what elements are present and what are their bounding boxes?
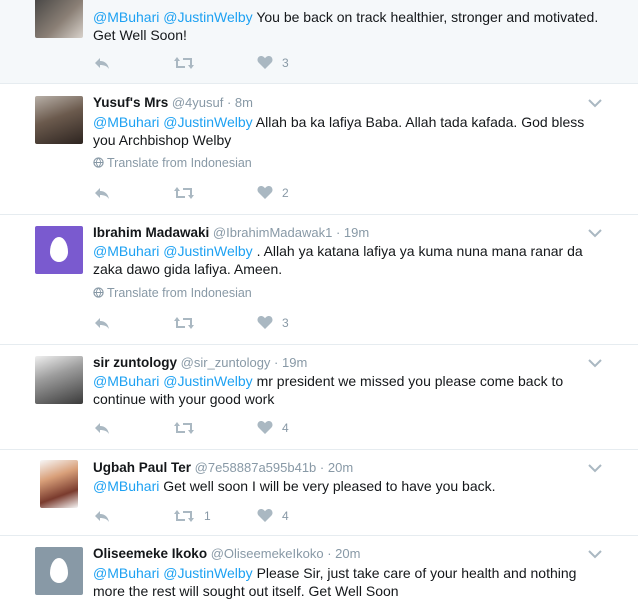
- separator: ·: [223, 95, 235, 110]
- retweet-count: 1: [204, 509, 211, 523]
- chevron-down-icon[interactable]: [588, 549, 602, 559]
- tweet-header: Ibrahim Madawaki @IbrahimMadawak1 · 19m: [93, 225, 369, 240]
- reply-icon[interactable]: [93, 55, 111, 71]
- heart-icon[interactable]: [257, 508, 273, 524]
- retweet-icon[interactable]: [173, 315, 195, 331]
- tweet-header: Ugbah Paul Ter @7e58887a595b41b · 20m: [93, 460, 353, 475]
- tweet-text: @MBuhari @JustinWelby mr president we mi…: [93, 372, 603, 408]
- avatar[interactable]: [35, 0, 83, 38]
- retweet-icon[interactable]: [173, 420, 195, 436]
- mention-link[interactable]: @MBuhari: [93, 373, 159, 389]
- avatar[interactable]: [35, 96, 83, 144]
- heart-icon[interactable]: [257, 185, 273, 201]
- mention-link[interactable]: @MBuhari: [93, 478, 159, 494]
- display-name[interactable]: Ugbah Paul Ter: [93, 460, 191, 475]
- like-count: 2: [282, 186, 289, 200]
- mention-link[interactable]: @JustinWelby: [163, 114, 252, 130]
- like-count: 4: [282, 509, 289, 523]
- timestamp[interactable]: 19m: [282, 355, 307, 370]
- display-name[interactable]: Yusuf's Mrs: [93, 95, 168, 110]
- timestamp[interactable]: 20m: [335, 546, 360, 561]
- tweet-actions: 3: [93, 55, 353, 71]
- user-handle[interactable]: @IbrahimMadawak1: [213, 225, 332, 240]
- heart-icon[interactable]: [257, 55, 273, 71]
- heart-icon[interactable]: [257, 315, 273, 331]
- retweet-icon[interactable]: [173, 508, 195, 524]
- mention-link[interactable]: @MBuhari: [93, 9, 159, 25]
- display-name[interactable]: sir zuntology: [93, 355, 177, 370]
- tweet-text: @MBuhari @JustinWelby . Allah ya katana …: [93, 242, 603, 278]
- tweet-header: Oliseemeke Ikoko @OliseemekeIkoko · 20m: [93, 546, 360, 561]
- user-handle[interactable]: @OliseemekeIkoko: [211, 546, 324, 561]
- avatar[interactable]: [35, 356, 83, 404]
- translate-label: Translate from Indonesian: [107, 286, 252, 300]
- chevron-down-icon[interactable]: [588, 228, 602, 238]
- heart-icon[interactable]: [257, 420, 273, 436]
- translate-label: Translate from Indonesian: [107, 156, 252, 170]
- timestamp[interactable]: 20m: [328, 460, 353, 475]
- tweet-text: @MBuhari @JustinWelby Please Sir, just t…: [93, 564, 603, 600]
- tweet[interactable]: Yusuf's Mrs @4yusuf · 8m @MBuhari @Justi…: [0, 84, 638, 215]
- separator: ·: [323, 546, 336, 561]
- egg-icon: [50, 237, 68, 262]
- globe-icon: [93, 157, 104, 168]
- chevron-down-icon[interactable]: [588, 463, 602, 473]
- mention-link[interactable]: @JustinWelby: [163, 9, 252, 25]
- translate-link[interactable]: Translate from Indonesian: [93, 156, 252, 170]
- avatar[interactable]: [35, 226, 83, 274]
- tweet[interactable]: Ugbah Paul Ter @7e58887a595b41b · 20m @M…: [0, 450, 638, 536]
- tweet[interactable]: @MBuhari @JustinWelby You be back on tra…: [0, 0, 638, 84]
- mention-link[interactable]: @MBuhari: [93, 114, 159, 130]
- mention-link[interactable]: @JustinWelby: [163, 565, 252, 581]
- like-count: 4: [282, 421, 289, 435]
- timestamp[interactable]: 8m: [235, 95, 253, 110]
- tweet-feed: @MBuhari @JustinWelby You be back on tra…: [0, 0, 638, 616]
- mention-link[interactable]: @MBuhari: [93, 243, 159, 259]
- separator: ·: [270, 355, 282, 370]
- user-handle[interactable]: @7e58887a595b41b: [195, 460, 317, 475]
- separator: ·: [332, 225, 344, 240]
- retweet-icon[interactable]: [173, 185, 195, 201]
- tweet-text: @MBuhari @JustinWelby You be back on tra…: [93, 8, 603, 44]
- avatar[interactable]: [35, 547, 83, 595]
- timestamp[interactable]: 19m: [344, 225, 369, 240]
- tweet-text: @MBuhari Get well soon I will be very pl…: [93, 477, 603, 495]
- tweet[interactable]: sir zuntology @sir_zuntology · 19m @MBuh…: [0, 345, 638, 450]
- tweet[interactable]: Ibrahim Madawaki @IbrahimMadawak1 · 19m …: [0, 215, 638, 345]
- translate-link[interactable]: Translate from Indonesian: [93, 286, 252, 300]
- tweet-actions: 1 4: [93, 508, 353, 524]
- chevron-down-icon[interactable]: [588, 358, 602, 368]
- reply-icon[interactable]: [93, 315, 111, 331]
- mention-link[interactable]: @JustinWelby: [163, 243, 252, 259]
- like-count: 3: [282, 316, 289, 330]
- display-name[interactable]: Oliseemeke Ikoko: [93, 546, 207, 561]
- chevron-down-icon[interactable]: [588, 98, 602, 108]
- reply-icon[interactable]: [93, 185, 111, 201]
- tweet-actions: 2: [93, 185, 353, 201]
- retweet-icon[interactable]: [173, 55, 195, 71]
- like-count: 3: [282, 56, 289, 70]
- tweet-actions: 4: [93, 420, 353, 436]
- egg-icon: [50, 558, 68, 583]
- user-handle[interactable]: @4yusuf: [172, 95, 224, 110]
- mention-link[interactable]: @JustinWelby: [163, 373, 252, 389]
- tweet[interactable]: Oliseemeke Ikoko @OliseemekeIkoko · 20m …: [0, 536, 638, 616]
- avatar[interactable]: [40, 460, 78, 508]
- tweet-text: @MBuhari @JustinWelby Allah ba ka lafiya…: [93, 113, 603, 149]
- display-name[interactable]: Ibrahim Madawaki: [93, 225, 209, 240]
- tweet-body: Get well soon I will be very pleased to …: [163, 478, 496, 494]
- globe-icon: [93, 287, 104, 298]
- separator: ·: [316, 460, 328, 475]
- tweet-header: Yusuf's Mrs @4yusuf · 8m: [93, 95, 253, 110]
- user-handle[interactable]: @sir_zuntology: [181, 355, 271, 370]
- mention-link[interactable]: @MBuhari: [93, 565, 159, 581]
- reply-icon[interactable]: [93, 420, 111, 436]
- tweet-header: sir zuntology @sir_zuntology · 19m: [93, 355, 307, 370]
- reply-icon[interactable]: [93, 508, 111, 524]
- tweet-actions: 3: [93, 315, 353, 331]
